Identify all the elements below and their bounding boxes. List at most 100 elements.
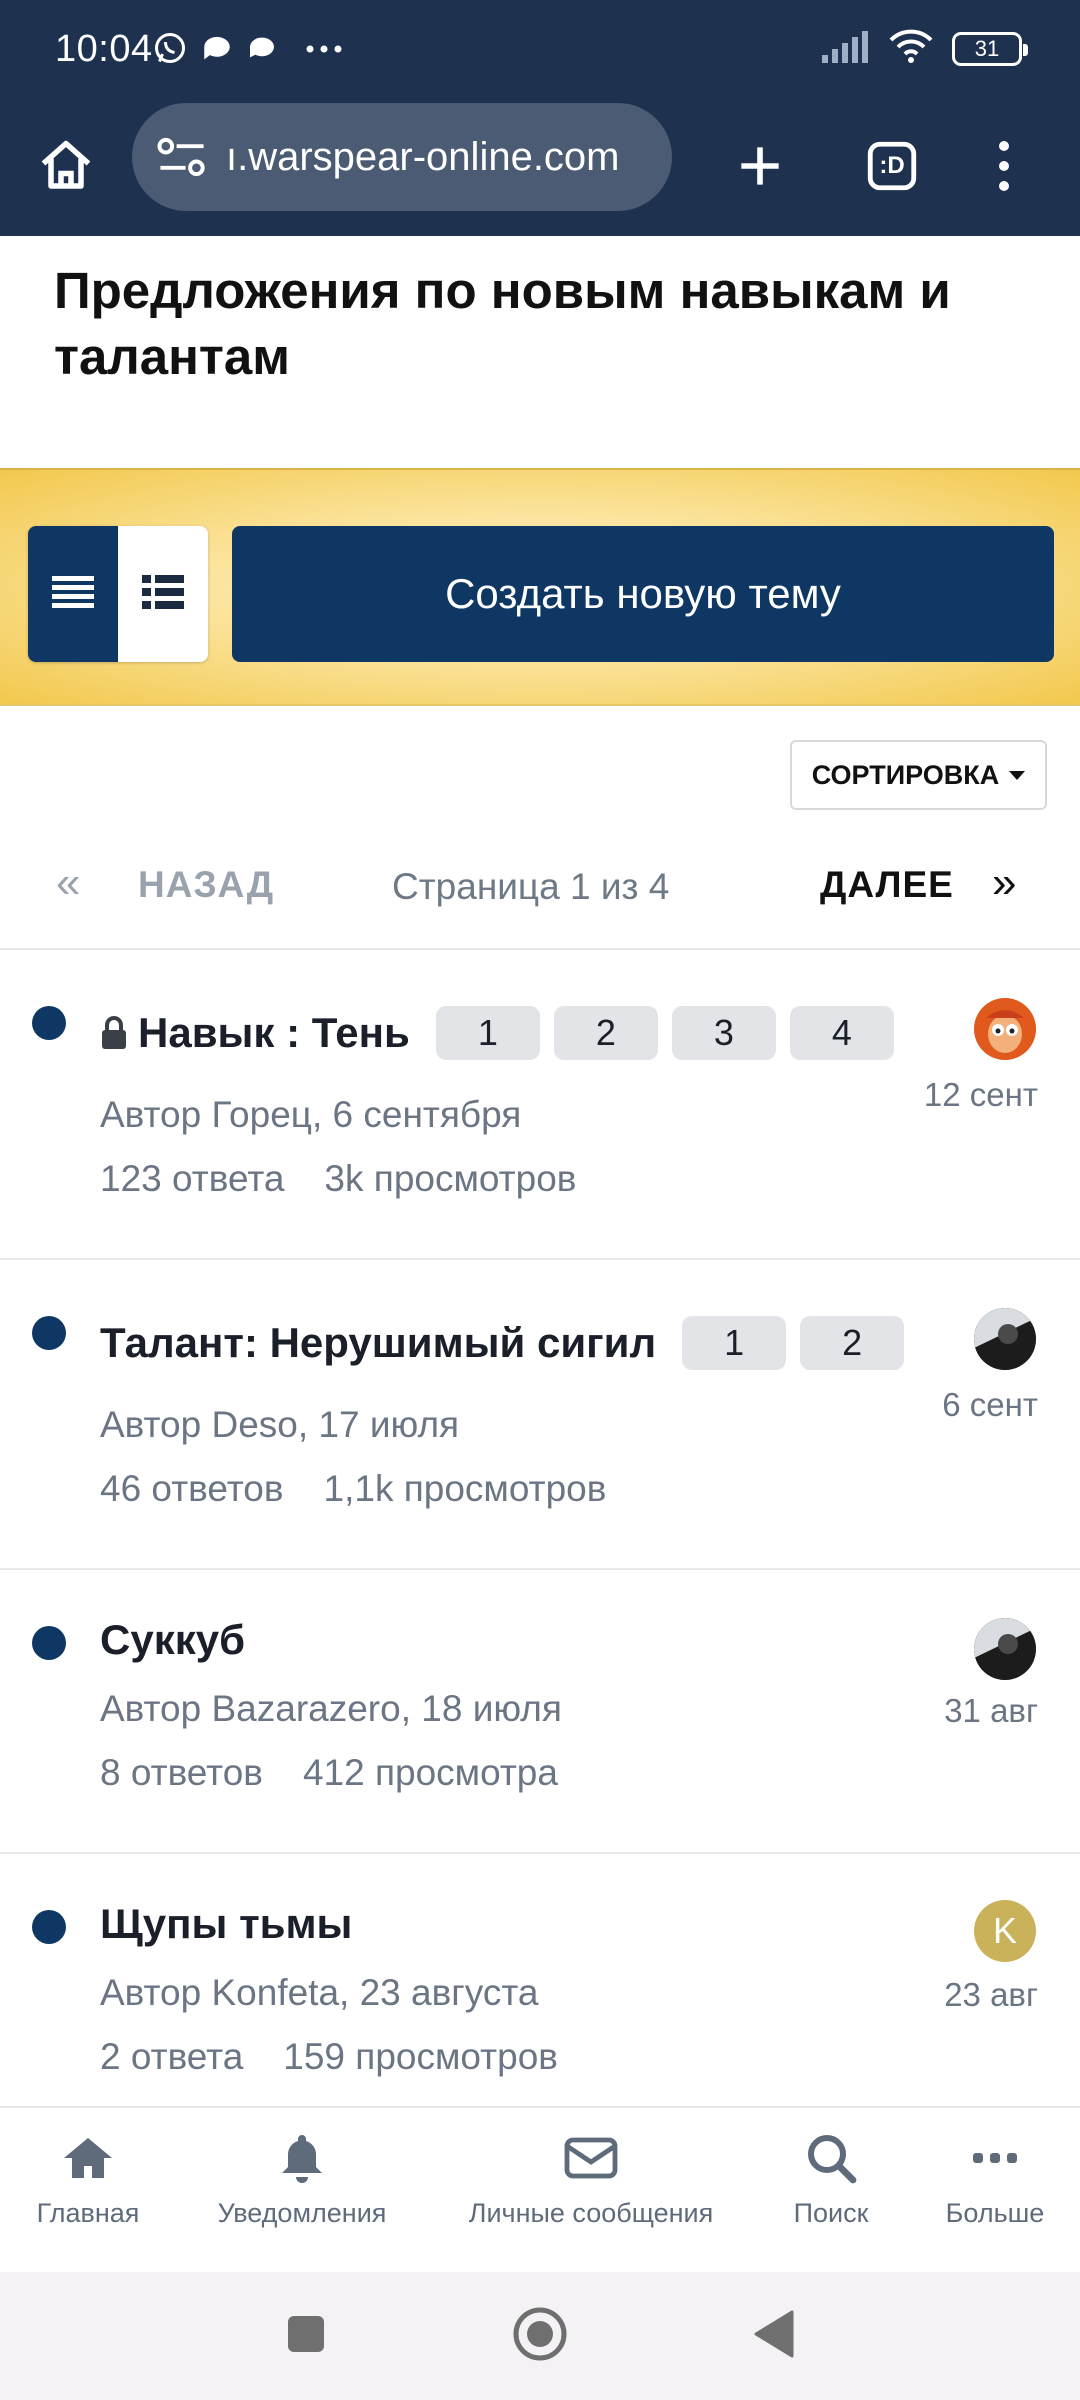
message-icon [246,32,278,69]
topic-title[interactable]: Навык : Тень [138,1009,410,1057]
tab-switcher-icon[interactable]: :D [852,126,932,206]
status-bar: 10:04 31 [0,0,1080,100]
topic-stats: 46 ответов 1,1k просмотров [100,1468,606,1510]
topic-author-date: Автор Konfeta, 23 августа [100,1972,539,2013]
forum-banner: Создать новую тему [0,468,1080,706]
topic-title-row: Щупы тьмы [100,1900,352,1948]
view-count: 1,1k просмотров [323,1468,607,1509]
topic-author-date: Автор Bazarazero, 18 июля [100,1688,562,1729]
status-right-icons: 31 [820,28,1028,69]
topic-title-row: Навык : Тень 1 2 3 4 [100,1006,894,1060]
home-icon [60,2130,116,2186]
avatar[interactable] [974,1618,1036,1680]
wifi-icon [888,28,934,69]
page-title: Предложения по новым навыкам и талантам [54,262,951,385]
pagination: « НАЗАД Страница 1 из 4 ДАЛЕЕ » [0,840,1080,930]
status-notification-icons [152,30,344,71]
caret-down-icon [1009,770,1026,780]
unread-dot-icon [32,1006,66,1040]
browser-chrome: 10:04 31:D ı.warspear-online.com [0,0,1080,236]
new-tab-icon[interactable] [720,126,800,206]
reply-count: 46 ответов [100,1468,284,1509]
detailed-list-icon [140,572,186,617]
back-button[interactable] [744,2306,804,2366]
topic-page-links: 1 2 3 4 [435,1006,894,1060]
home-icon[interactable] [26,126,106,206]
more-dots-icon [304,42,344,60]
topic-page-link[interactable]: 1 [682,1316,787,1370]
avatar[interactable] [974,998,1036,1060]
create-topic-button[interactable]: Создать новую тему [232,526,1054,662]
last-post-date: 12 сент [923,1076,1038,1113]
view-toggle [28,526,208,662]
chat-bubble-icon [200,31,234,70]
home-system-button[interactable] [510,2306,570,2366]
topic-row[interactable]: Талант: Нерушимый сигил 1 2 Автор Deso, … [0,1260,1080,1570]
nav-search[interactable]: Поиск [790,2130,872,2229]
topic-row[interactable]: Щупы тьмы Автор Konfeta, 23 августа 2 от… [0,1854,1080,2106]
topic-page-link[interactable]: 4 [789,1006,894,1060]
last-post-date: 23 авг [944,1976,1038,2013]
nav-home[interactable]: Главная [36,2130,140,2229]
next-page-link[interactable]: ДАЛЕЕ [820,864,954,906]
square-icon [286,2314,326,2359]
topic-title[interactable]: Талант: Нерушимый сигил [100,1319,656,1367]
nav-label: Поиск [793,2198,869,2228]
envelope-icon [563,2130,619,2186]
topic-title[interactable]: Щупы тьмы [100,1900,352,1948]
unread-dot-icon [32,1910,66,1944]
triangle-back-icon [752,2309,796,2364]
site-settings-icon[interactable] [152,127,212,187]
compact-view-button[interactable] [28,526,118,662]
topic-page-link[interactable]: 2 [553,1006,658,1060]
topic-stats: 2 ответа 159 просмотров [100,2036,558,2078]
circle-icon [511,2305,569,2368]
nav-more[interactable]: Больше [940,2130,1050,2229]
avatar[interactable] [974,1308,1036,1370]
expanded-view-button[interactable] [118,526,208,662]
lock-icon [100,1015,128,1051]
search-icon [803,2130,859,2186]
bottom-navigation: Главная Уведомления Личные сообщения Пои… [0,2106,1080,2272]
topic-stats: 8 ответов 412 просмотра [100,1752,558,1794]
unread-dot-icon [32,1316,66,1350]
nav-label: Больше [945,2198,1045,2228]
nav-messages[interactable]: Личные сообщения [464,2130,718,2229]
topic-page-link[interactable]: 1 [435,1006,540,1060]
page-status: Страница 1 из 4 [392,866,670,907]
more-icon [967,2130,1023,2186]
topic-title[interactable]: Суккуб [100,1616,245,1664]
recents-button[interactable] [276,2306,336,2366]
topic-title-row: Суккуб [100,1616,245,1664]
sort-button[interactable]: СОРТИРОВКА [790,740,1047,810]
topic-title-row: Талант: Нерушимый сигил 1 2 [100,1316,905,1370]
view-count: 3k просмотров [324,1158,577,1199]
unread-dot-icon [32,1626,66,1660]
compact-list-icon [50,572,96,617]
topic-stats: 123 ответа 3k просмотров [100,1158,576,1200]
topic-row[interactable]: Навык : Тень 1 2 3 4 Автор Горец, 6 сент… [0,950,1080,1260]
url-text: ı.warspear-online.com [226,134,620,179]
topic-row[interactable]: Суккуб Автор Bazarazero, 18 июля 8 ответ… [0,1570,1080,1854]
last-post-date: 6 сент [942,1386,1038,1423]
topic-page-link[interactable]: 3 [671,1006,776,1060]
next-arrow-icon[interactable]: » [992,858,1016,908]
topic-author-date: Автор Deso, 17 июля [100,1404,460,1445]
tab-switcher-label: :D [879,152,905,179]
topic-page-links: 1 2 [682,1316,905,1370]
prev-page-link: НАЗАД [138,864,275,905]
nav-label: Личные сообщения [468,2198,714,2228]
topic-page-link[interactable]: 2 [800,1316,905,1370]
battery-indicator: 31 [952,31,1028,66]
nav-label: Главная [36,2198,140,2228]
reply-count: 2 ответа [100,2036,244,2077]
nav-notifications[interactable]: Уведомления [214,2130,390,2229]
status-time: 10:04 [55,28,153,70]
nav-label: Уведомления [217,2198,387,2228]
avatar-letter: K [992,1910,1017,1951]
browser-menu-icon[interactable] [964,126,1044,206]
view-count: 159 просмотров [283,2036,558,2077]
whatsapp-icon [152,30,188,71]
avatar[interactable]: K [974,1900,1036,1962]
address-bar[interactable]: ı.warspear-online.com [132,103,672,211]
